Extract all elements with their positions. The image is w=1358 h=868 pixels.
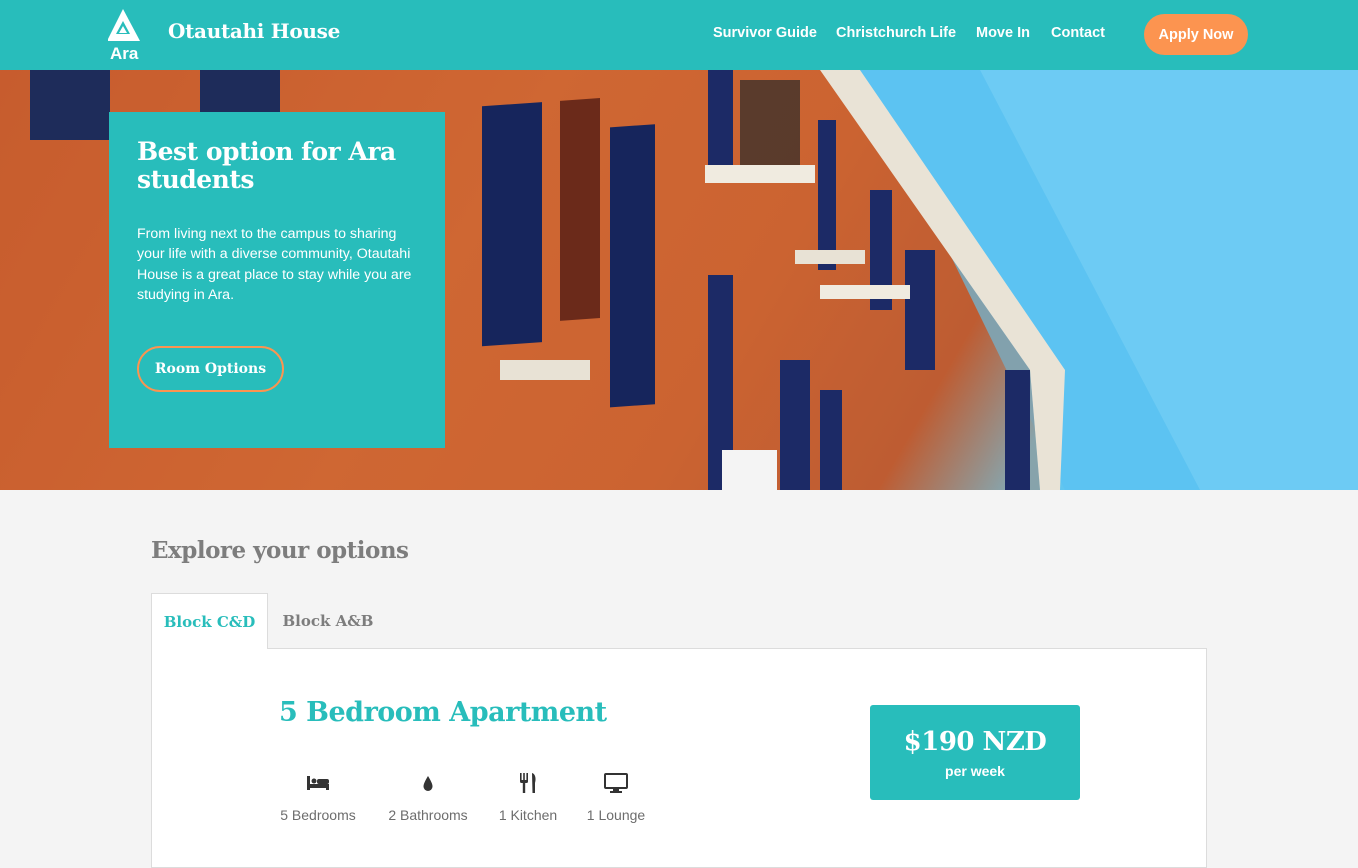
feature-lounge: 1 Lounge [585,770,647,823]
apply-now-button[interactable]: Apply Now [1144,14,1248,55]
room-options-button[interactable]: Room Options [137,346,284,392]
logo-text: Ara [110,44,139,63]
tv-icon [604,773,628,793]
site-header: Ara Otautahi House Survivor Guide Christ… [0,0,1358,70]
apartment-title: 5 Bedroom Apartment [279,697,607,728]
feature-bedrooms: 5 Bedrooms [278,770,358,823]
feature-bathrooms: 2 Bathrooms [385,770,471,823]
bed-icon [307,776,329,790]
feature-label: 1 Kitchen [498,807,558,823]
tab-block-cd[interactable]: Block C&D [151,593,268,649]
price-box: $190 NZD per week [870,705,1080,800]
price-period: per week [945,763,1005,779]
nav-move-in[interactable]: Move In [976,25,1030,41]
fork-knife-icon [520,773,536,793]
tab-block-ab[interactable]: Block A&B [268,593,388,649]
section-title: Explore your options [151,537,409,564]
feature-label: 1 Lounge [586,807,646,823]
feature-kitchen: 1 Kitchen [497,770,559,823]
hero-description: From living next to the campus to sharin… [137,226,412,303]
water-drop-icon [423,776,433,791]
hero-banner: Best option for Ara students From living… [0,70,1358,490]
nav-contact[interactable]: Contact [1051,25,1105,41]
nav-christchurch-life[interactable]: Christchurch Life [836,25,956,41]
nav-survivor-guide[interactable]: Survivor Guide [713,25,817,41]
feature-label: 5 Bedrooms [280,807,356,823]
hero-title: Best option for Ara students [137,137,396,194]
hero-card: Best option for Ara students From living… [109,112,445,448]
price: $190 NZD [903,727,1047,757]
site-title[interactable]: Otautahi House [168,19,340,43]
feature-label: 2 Bathrooms [388,807,468,823]
